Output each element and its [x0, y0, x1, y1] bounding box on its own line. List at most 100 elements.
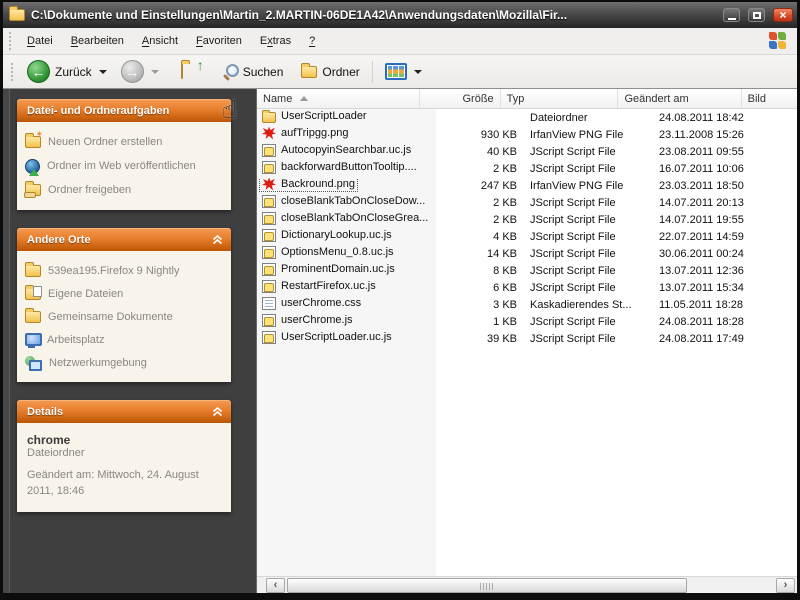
- search-button[interactable]: Suchen: [218, 62, 289, 81]
- js-file-icon: [262, 229, 276, 242]
- toolbar-separator: [372, 61, 373, 83]
- table-row[interactable]: OptionsMenu_0.8.uc.js 14 KB JScript Scri…: [257, 245, 797, 262]
- js-file-icon: [262, 161, 276, 174]
- menu-item[interactable]: Ansicht: [133, 31, 187, 51]
- file-list: Name Größe Typ Geändert am Bild UserScri…: [257, 89, 797, 594]
- back-label: Zurück: [55, 65, 92, 79]
- table-row[interactable]: aufTripgg.png 930 KB IrfanView PNG File …: [257, 126, 797, 143]
- table-row[interactable]: AutocopyinSearchbar.uc.js 40 KB JScript …: [257, 143, 797, 160]
- details-item-type: Dateiordner: [27, 447, 221, 459]
- folder-file-icon: [262, 112, 276, 123]
- titlebar: C:\Dokumente und Einstellungen\Martin_2.…: [3, 2, 797, 28]
- table-row[interactable]: userChrome.css 3 KB Kaskadierendes St...…: [257, 296, 797, 313]
- content-area: Datei- und Ordneraufgaben Neuen Ordner e…: [3, 89, 797, 594]
- table-row[interactable]: UserScriptLoader.uc.js 39 KB JScript Scr…: [257, 330, 797, 347]
- column-header-modified[interactable]: Geändert am: [618, 89, 741, 108]
- menu-item[interactable]: Bearbeiten: [62, 31, 133, 51]
- horizontal-scrollbar[interactable]: ‹ ›: [257, 576, 797, 594]
- details-item-name: chrome: [27, 433, 221, 447]
- minimize-button[interactable]: [723, 8, 740, 22]
- views-button[interactable]: [380, 61, 427, 82]
- views-icon: [385, 63, 407, 80]
- sidebar-task-item[interactable]: Gemeinsame Dokumente: [25, 305, 225, 328]
- table-row[interactable]: ProminentDomain.uc.js 8 KB JScript Scrip…: [257, 262, 797, 279]
- css-file-icon: [262, 297, 276, 310]
- js-file-icon: [262, 331, 276, 344]
- table-row[interactable]: closeBlankTabOnCloseGrea... 2 KB JScript…: [257, 211, 797, 228]
- column-header-type[interactable]: Typ: [501, 89, 619, 108]
- collapse-chevron-icon: [212, 235, 223, 245]
- views-dropdown-caret: [414, 70, 422, 74]
- sidebar-task-item[interactable]: Ordner freigeben: [25, 178, 225, 202]
- forward-dropdown-caret: [151, 70, 159, 74]
- sidebar: Datei- und Ordneraufgaben Neuen Ordner e…: [3, 89, 257, 594]
- sort-ascending-icon: [300, 96, 308, 101]
- table-row[interactable]: RestartFirefox.uc.js 6 KB JScript Script…: [257, 279, 797, 296]
- sidebar-task-item[interactable]: Neuen Ordner erstellen: [25, 130, 225, 154]
- folder-icon: [25, 265, 41, 277]
- collapse-chevron-icon: [212, 407, 223, 417]
- column-header-name[interactable]: Name: [257, 89, 420, 108]
- table-row[interactable]: DictionaryLookup.uc.js 4 KB JScript Scri…: [257, 228, 797, 245]
- png-file-icon: [262, 127, 276, 140]
- sidebar-task-item[interactable]: Netzwerkumgebung: [25, 351, 225, 374]
- js-file-icon: [262, 314, 276, 327]
- js-file-icon: [262, 280, 276, 293]
- sidebar-task-item[interactable]: 539ea195.Firefox 9 Nightly: [25, 259, 225, 282]
- details-body: chrome Dateiordner Geändert am: Mittwoch…: [17, 423, 231, 512]
- table-row[interactable]: UserScriptLoader Dateiordner 24.08.2011 …: [257, 109, 797, 126]
- folder-icon: [25, 311, 41, 323]
- scroll-right-button[interactable]: ›: [776, 578, 795, 593]
- window-title: C:\Dokumente und Einstellungen\Martin_2.…: [31, 8, 715, 22]
- network-icon: [25, 356, 42, 370]
- windows-logo-icon: [769, 32, 787, 50]
- toolbar-grip[interactable]: [11, 63, 13, 81]
- scrollbar-thumb[interactable]: [287, 578, 687, 593]
- js-file-icon: [262, 195, 276, 208]
- column-header-image[interactable]: Bild: [742, 89, 797, 108]
- column-header-size[interactable]: Größe: [420, 89, 501, 108]
- globe-publish-icon: [25, 159, 40, 174]
- table-row[interactable]: backforwardButtonTooltip.... 2 KB JScrip…: [257, 160, 797, 177]
- js-file-icon: [262, 263, 276, 276]
- tasks-box-title: Datei- und Ordneraufgaben: [27, 105, 169, 117]
- toolbar: ← Zurück → ↑ Suchen Ordner: [3, 55, 797, 89]
- maximize-button[interactable]: [748, 8, 765, 22]
- folder-share-icon: [25, 184, 41, 196]
- search-label: Suchen: [243, 65, 284, 79]
- menubar: DateiBearbeitenAnsichtFavoritenExtras?: [3, 28, 797, 55]
- menu-item[interactable]: Favoriten: [187, 31, 251, 51]
- details-box-header[interactable]: Details: [17, 400, 231, 423]
- back-button[interactable]: ← Zurück: [22, 58, 112, 85]
- table-row[interactable]: closeBlankTabOnCloseDow... 2 KB JScript …: [257, 194, 797, 211]
- folder-icon: [9, 9, 25, 21]
- column-headers: Name Größe Typ Geändert am Bild: [257, 89, 797, 109]
- table-row[interactable]: Backround.png 247 KB IrfanView PNG File …: [257, 177, 797, 194]
- table-row[interactable]: userChrome.js 1 KB JScript Script File 2…: [257, 313, 797, 330]
- back-arrow-icon: ←: [27, 60, 50, 83]
- close-button[interactable]: ×: [773, 8, 793, 22]
- menu-item[interactable]: Extras: [251, 31, 300, 51]
- forward-button[interactable]: →: [116, 58, 164, 85]
- details-box: Details chrome Dateiordner Geändert am: …: [17, 400, 231, 512]
- js-file-icon: [262, 212, 276, 225]
- file-rows: UserScriptLoader Dateiordner 24.08.2011 …: [257, 109, 797, 576]
- js-file-icon: [262, 246, 276, 259]
- places-box-title: Andere Orte: [27, 234, 91, 246]
- js-file-icon: [262, 144, 276, 157]
- menu-item[interactable]: Datei: [18, 31, 62, 51]
- menu-item[interactable]: ?: [300, 31, 324, 51]
- sidebar-task-item[interactable]: Eigene Dateien: [25, 282, 225, 305]
- folder-new-icon: [25, 136, 41, 148]
- places-box-header[interactable]: Andere Orte: [17, 228, 231, 251]
- menubar-grip[interactable]: [9, 32, 11, 50]
- my-documents-icon: [25, 288, 41, 300]
- up-button[interactable]: ↑: [176, 62, 208, 82]
- scroll-left-button[interactable]: ‹: [266, 578, 285, 593]
- sidebar-task-item[interactable]: Ordner im Web veröffentlichen: [25, 154, 225, 178]
- sidebar-task-item[interactable]: Arbeitsplatz: [25, 328, 225, 351]
- tasks-box-header[interactable]: Datei- und Ordneraufgaben: [17, 99, 231, 122]
- folders-button[interactable]: Ordner: [296, 63, 364, 81]
- explorer-window: C:\Dokumente und Einstellungen\Martin_2.…: [0, 0, 800, 600]
- tasks-box: Datei- und Ordneraufgaben Neuen Ordner e…: [17, 99, 231, 210]
